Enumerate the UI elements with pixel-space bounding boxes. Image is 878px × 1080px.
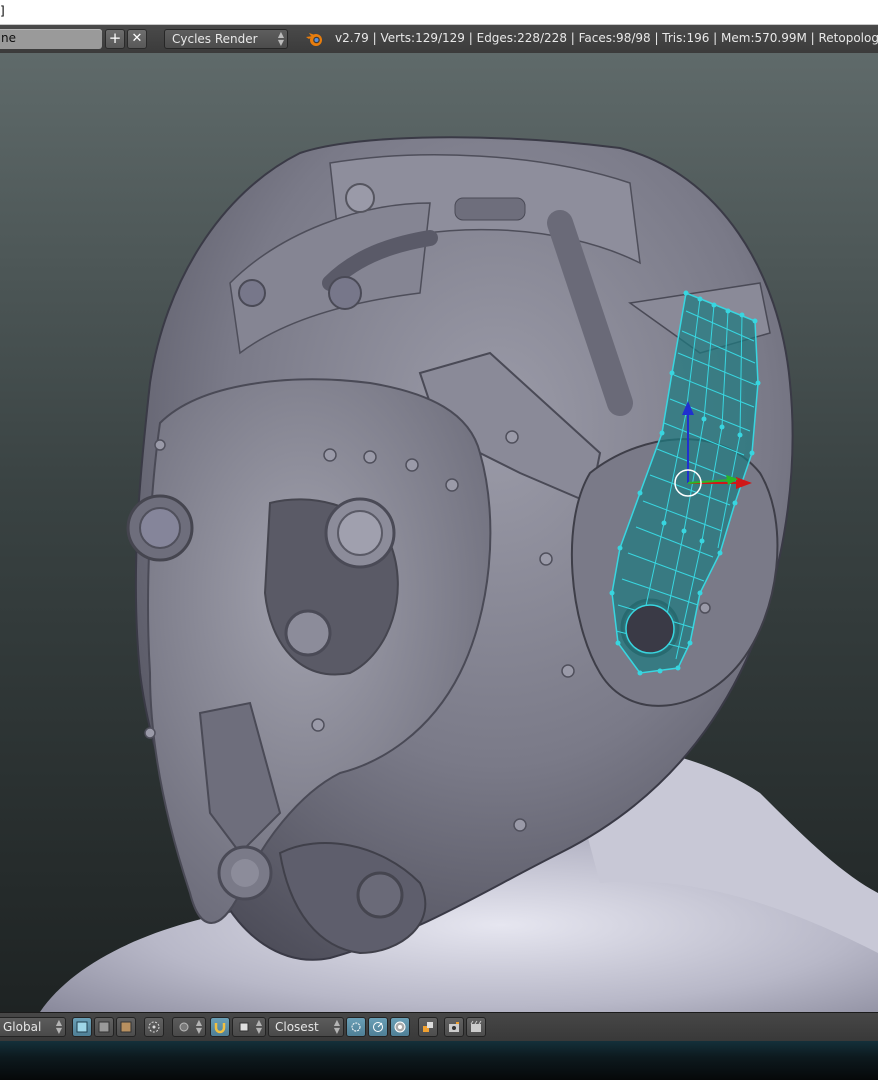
snap-element-select[interactable]: ▲ ▼ xyxy=(232,1017,266,1037)
render-anim-icon xyxy=(470,1020,482,1032)
updown-arrows-icon: ▲ ▼ xyxy=(55,1018,62,1035)
snap-project-icon xyxy=(394,1021,406,1033)
snap-vertex-icon xyxy=(351,1022,361,1032)
updown-arrows-icon: ▲ ▼ xyxy=(333,1018,340,1035)
pivot-button[interactable] xyxy=(144,1017,164,1037)
blender-logo-icon xyxy=(306,33,322,46)
transform-orientation-select[interactable]: Global ▲ ▼ xyxy=(0,1017,66,1037)
rendered-cube-icon xyxy=(120,1021,132,1033)
proportional-edit-select[interactable]: ▲ ▼ xyxy=(172,1017,206,1037)
snap-target-select[interactable]: Closest ▲ ▼ xyxy=(268,1017,344,1037)
layers-icon xyxy=(423,1022,433,1032)
updown-arrows-icon: ▲ ▼ xyxy=(277,30,284,47)
timeline-area xyxy=(0,1041,878,1080)
render-still-button[interactable] xyxy=(444,1017,464,1037)
viewport-scene xyxy=(40,136,878,1012)
textured-cube-icon xyxy=(98,1021,110,1033)
3d-viewport[interactable] xyxy=(0,53,878,1012)
render-anim-button[interactable] xyxy=(466,1017,486,1037)
add-scene-button[interactable]: + xyxy=(105,29,125,49)
viewport-header-bar: Global ▲ ▼ ▲ ▼ ▲ ▼ Closest ▲ ▼ xyxy=(0,1012,878,1041)
render-still-icon xyxy=(449,1022,459,1032)
solid-cube-icon xyxy=(76,1021,88,1033)
snap-magnet-icon xyxy=(214,1023,226,1034)
title-strip-text: ] xyxy=(0,4,5,18)
title-strip: ] xyxy=(0,0,878,25)
rendered-cube-button[interactable] xyxy=(116,1017,136,1037)
snap-project-button[interactable] xyxy=(390,1017,410,1037)
snap-element-icon xyxy=(239,1022,249,1032)
blender-window: ] ne + ✕ Cycles Render ▲ ▼ v2.79 | Verts:… xyxy=(0,0,878,1080)
pivot-icon xyxy=(148,1021,160,1033)
transform-orientation-label: Global xyxy=(3,1020,42,1034)
solid-cube-button[interactable] xyxy=(72,1017,92,1037)
delete-scene-button[interactable]: ✕ xyxy=(127,29,147,49)
scene-name-text: ne xyxy=(1,31,16,45)
layers-button[interactable] xyxy=(418,1017,438,1037)
scene-name-field[interactable]: ne xyxy=(0,29,102,49)
snap-toggle-button[interactable] xyxy=(210,1017,230,1037)
updown-arrows-icon: ▲ ▼ xyxy=(255,1018,262,1035)
info-header: ne + ✕ Cycles Render ▲ ▼ v2.79 | Verts:12… xyxy=(0,25,878,54)
scene-statistics: v2.79 | Verts:129/129 | Edges:228/228 | … xyxy=(335,31,878,45)
snap-rotation-button[interactable] xyxy=(368,1017,388,1037)
render-engine-label: Cycles Render xyxy=(172,32,258,46)
render-engine-select[interactable]: Cycles Render ▲ ▼ xyxy=(164,29,288,49)
updown-arrows-icon: ▲ ▼ xyxy=(195,1018,202,1035)
snap-vertex-button[interactable] xyxy=(346,1017,366,1037)
snap-target-label: Closest xyxy=(275,1020,319,1034)
textured-cube-button[interactable] xyxy=(94,1017,114,1037)
proportional-icon xyxy=(179,1022,189,1032)
snap-rotation-icon xyxy=(373,1022,383,1032)
